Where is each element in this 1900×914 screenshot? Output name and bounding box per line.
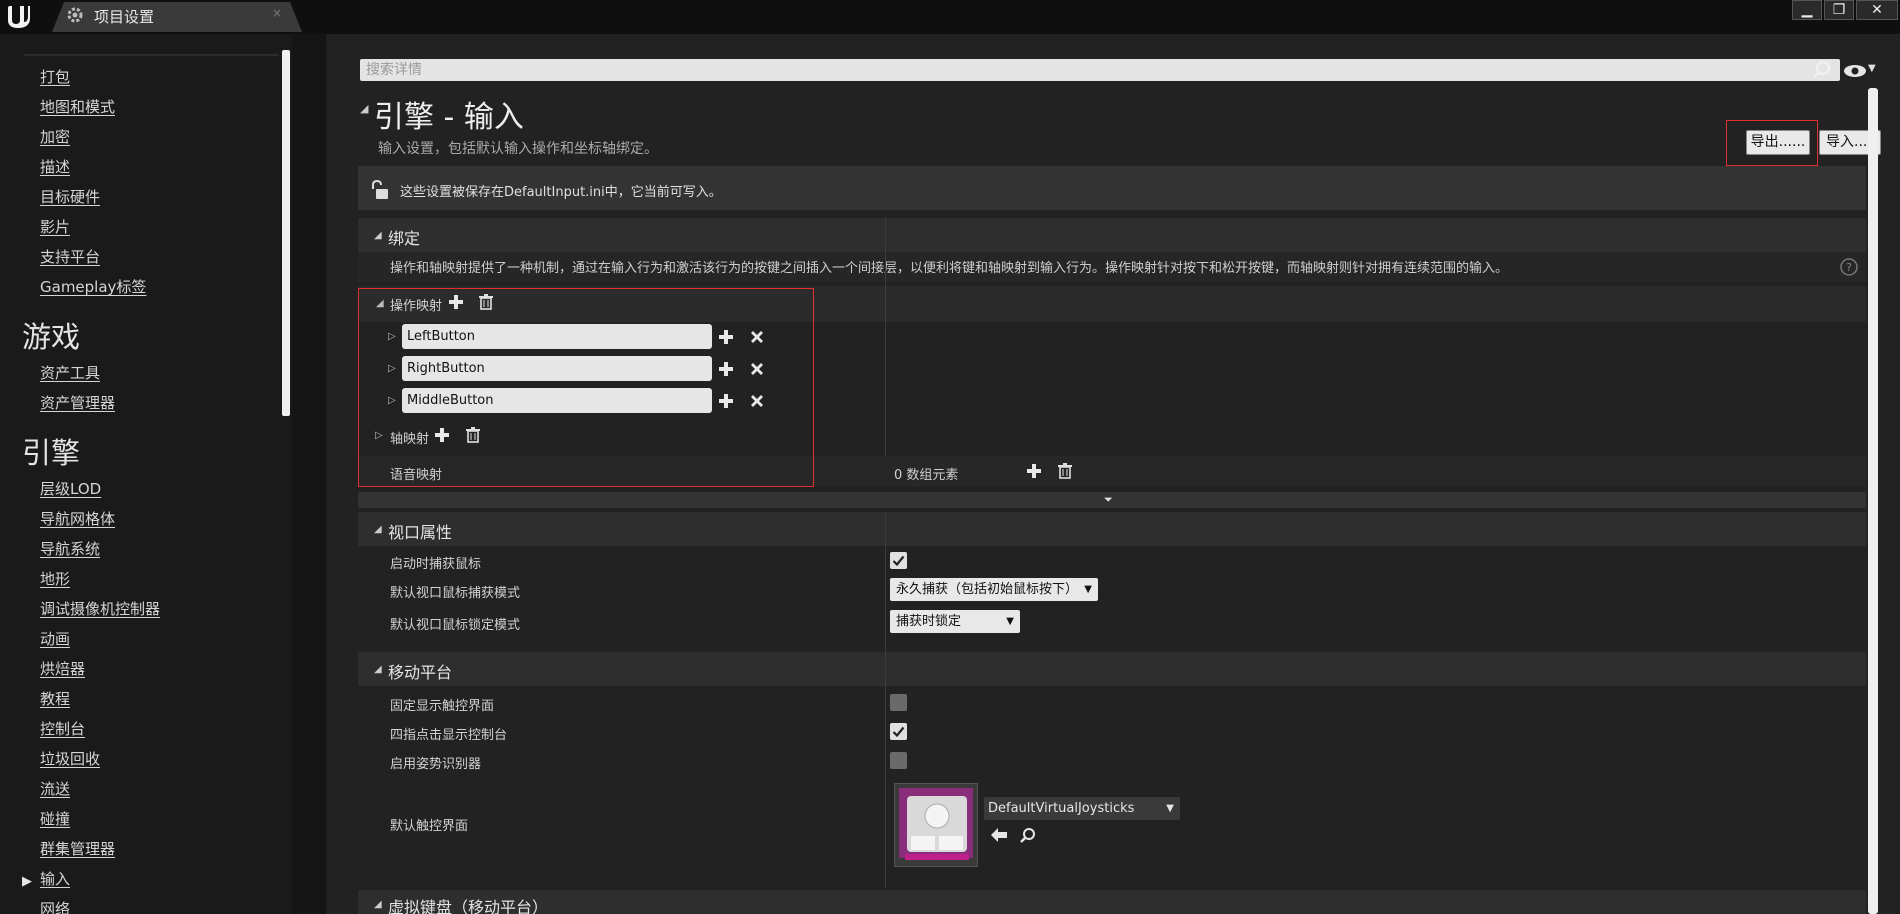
category-virtual-keyboard-title: 虚拟键盘（移动平台） [388, 898, 549, 914]
collapse-triangle-icon[interactable]: ◢ [374, 899, 382, 910]
sidebar-item-collision[interactable]: 碰撞 [40, 808, 70, 829]
view-options-eye-icon[interactable] [1843, 63, 1867, 79]
export-button[interactable]: 导出...... [1746, 130, 1810, 155]
minimize-button[interactable]: ▁ [1792, 0, 1822, 20]
touch-interface-thumbnail[interactable] [894, 783, 978, 867]
virtual-joystick-icon [905, 796, 969, 860]
always-show-touch-label: 固定显示触控界面 [390, 699, 495, 714]
lock-mode-label: 默认视口鼠标锁定模式 [390, 618, 521, 633]
lock-mode-value: 捕获时锁定 [896, 614, 962, 629]
unlocked-lock-icon [372, 180, 388, 199]
column-divider [885, 218, 886, 486]
sidebar-item-input[interactable]: 输入 [40, 868, 70, 889]
column-divider [885, 512, 886, 652]
config-notice-text: 这些设置被保存在DefaultInput.ini中，它当前可写入。 [400, 185, 722, 200]
sidebar-item-console[interactable]: 控制台 [40, 718, 85, 739]
capture-on-start-checkbox[interactable] [890, 552, 907, 569]
category-virtual-keyboard-header[interactable] [358, 890, 1866, 914]
chevron-down-icon[interactable]: ▼ [1868, 63, 1876, 74]
category-viewport-title: 视口属性 [388, 523, 453, 542]
collapse-triangle-icon[interactable]: ◢ [374, 230, 382, 241]
collapse-triangle-icon[interactable]: ◢ [360, 102, 368, 115]
four-finger-console-checkbox[interactable] [890, 723, 907, 740]
sidebar-item-crypto[interactable]: 加密 [40, 126, 70, 147]
page-title: 引擎 - 输入 [374, 100, 524, 135]
sidebar-item-cooker[interactable]: 烘焙器 [40, 658, 85, 679]
sidebar-item-navmesh[interactable]: 导航网格体 [40, 508, 115, 529]
default-touch-interface-label: 默认触控界面 [390, 819, 469, 834]
capture-mode-label: 默认视口鼠标捕获模式 [390, 586, 521, 601]
category-mobile-title: 移动平台 [388, 663, 453, 682]
sidebar-item-tutorials[interactable]: 教程 [40, 688, 70, 709]
capture-on-start-label: 启动时捕获鼠标 [390, 557, 482, 572]
search-box[interactable] [360, 59, 1840, 81]
sidebar-item-debug-camera[interactable]: 调试摄像机控制器 [40, 598, 160, 619]
sidebar-item-asset-tools[interactable]: 资产工具 [40, 362, 100, 383]
sidebar-active-arrow-icon: ▶ [22, 874, 32, 889]
collapse-triangle-icon[interactable]: ◢ [374, 524, 382, 535]
sidebar-item-garbage-collection[interactable]: 垃圾回收 [40, 748, 100, 769]
tab-title: 项目设置 [94, 8, 155, 26]
sidebar-divider [24, 54, 279, 56]
gesture-recognizer-label: 启用姿势识别器 [390, 757, 482, 772]
collapse-triangle-icon[interactable]: ◢ [374, 664, 382, 675]
sidebar-item-crowd-manager[interactable]: 群集管理器 [40, 838, 115, 859]
close-window-button[interactable]: ✕ [1856, 0, 1898, 20]
sidebar-item-target-hardware[interactable]: 目标硬件 [40, 186, 100, 207]
sidebar-item-supported-platforms[interactable]: 支持平台 [40, 246, 100, 267]
category-mobile-header[interactable] [358, 652, 1866, 686]
column-divider [885, 652, 886, 888]
browse-search-icon[interactable] [1020, 827, 1036, 843]
help-icon[interactable]: ? [1840, 258, 1858, 276]
chevron-down-icon: ▼ [1166, 803, 1174, 814]
restore-button[interactable]: ❐ [1824, 0, 1854, 20]
sidebar-section-engine: 引擎 [22, 436, 81, 470]
details-scrollbar[interactable] [1868, 88, 1878, 914]
touch-interface-asset-value: DefaultVirtualJoysticks [988, 801, 1135, 816]
lock-mode-dropdown[interactable]: 捕获时锁定 ▼ [890, 610, 1020, 633]
gesture-recognizer-checkbox[interactable] [890, 752, 907, 769]
capture-mode-dropdown[interactable]: 永久捕获（包括初始鼠标按下） ▼ [890, 578, 1098, 601]
sidebar-item-asset-manager[interactable]: 资产管理器 [40, 392, 115, 413]
sidebar-item-nav-system[interactable]: 导航系统 [40, 538, 100, 559]
title-bar: 项目设置 × ▁ ❐ ✕ [0, 0, 1900, 34]
use-selected-arrow-icon[interactable] [990, 827, 1008, 843]
sidebar-item-movies[interactable]: 影片 [40, 216, 70, 237]
sidebar-item-animation[interactable]: 动画 [40, 628, 70, 649]
chevron-down-icon: ▼ [1006, 616, 1014, 627]
mappings-highlight-box [358, 288, 814, 487]
sidebar-item-streaming[interactable]: 流送 [40, 778, 70, 799]
sidebar-section-game: 游戏 [22, 320, 81, 354]
sidebar-item-gameplay-tags[interactable]: Gameplay标签 [40, 276, 146, 297]
advanced-expand-icon[interactable]: ⏷ [1104, 493, 1113, 507]
sidebar-scrollbar[interactable] [282, 50, 290, 416]
sidebar-item-network[interactable]: 网络 [40, 898, 70, 914]
svg-text:?: ? [1846, 261, 1852, 274]
sidebar-item-packaging[interactable]: 打包 [40, 66, 70, 87]
sidebar-item-description[interactable]: 描述 [40, 156, 70, 177]
sidebar-item-maps-modes[interactable]: 地图和模式 [40, 96, 115, 117]
tab-project-settings[interactable] [52, 2, 302, 32]
category-bindings-title: 绑定 [388, 229, 421, 248]
page-subtitle: 输入设置，包括默认输入操作和坐标轴绑定。 [378, 141, 658, 157]
speech-mappings-count: 0 数组元素 [894, 468, 959, 483]
category-bindings-header[interactable] [358, 218, 1866, 252]
four-finger-console-label: 四指点击显示控制台 [390, 728, 508, 743]
capture-mode-value: 永久捕获（包括初始鼠标按下） [896, 582, 1079, 597]
sidebar-item-landscape[interactable]: 地形 [40, 568, 70, 589]
unreal-logo-icon [8, 6, 30, 28]
delete-trash-icon[interactable] [1057, 463, 1073, 479]
always-show-touch-checkbox[interactable] [890, 694, 907, 711]
search-icon[interactable] [1812, 60, 1832, 80]
sidebar-item-hlod[interactable]: 层级LOD [40, 478, 101, 499]
add-icon[interactable] [1026, 463, 1042, 479]
category-viewport-header[interactable] [358, 512, 1866, 546]
tab-close-icon[interactable]: × [272, 6, 282, 20]
settings-gear-icon [67, 7, 83, 23]
bindings-description: 操作和轴映射提供了一种机制，通过在输入行为和激活该行为的按键之间插入一个间接层，… [390, 261, 1509, 276]
chevron-down-icon: ▼ [1084, 584, 1092, 595]
touch-interface-asset-dropdown[interactable]: DefaultVirtualJoysticks ▼ [984, 797, 1180, 820]
search-input[interactable] [360, 59, 1840, 81]
